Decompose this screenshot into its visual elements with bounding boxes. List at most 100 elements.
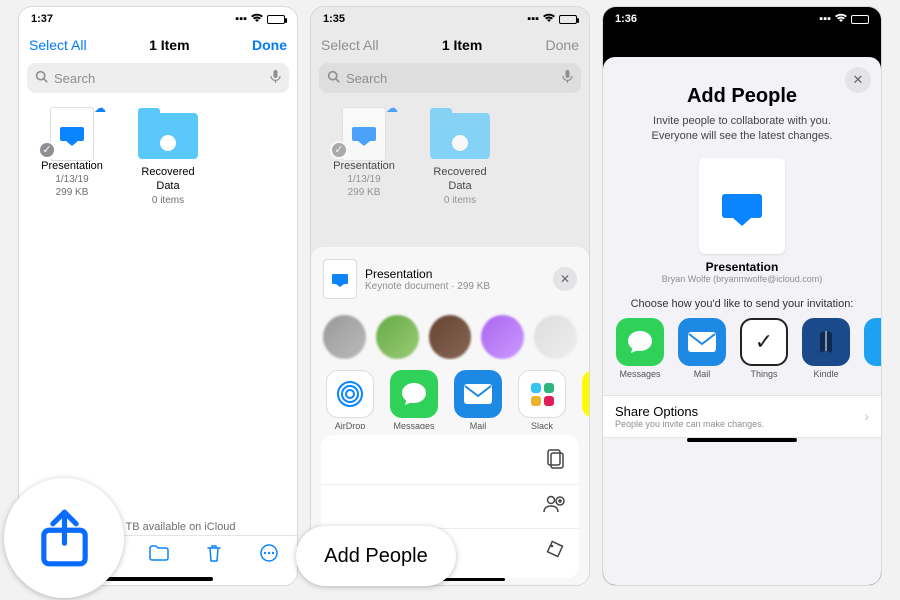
share-app-mail[interactable]: Mail — [451, 370, 505, 419]
more-button[interactable] — [259, 543, 279, 568]
search-field: Search — [319, 63, 581, 93]
callout-add-people: Add People — [296, 526, 456, 586]
share-header: Presentation Keynote document · 299 KB ✕ — [311, 253, 589, 305]
action-add-people[interactable] — [321, 485, 579, 529]
status-right: ▪▪▪ — [235, 13, 285, 26]
add-people-sheet: ✕ Add People Invite people to collaborat… — [603, 57, 881, 585]
phone-add-people: 1:36 ▪▪▪ ✕ Add People Invite people to c… — [602, 6, 882, 586]
folder-icon — [430, 113, 490, 159]
invite-app-messages[interactable]: Messages — [613, 318, 667, 379]
signal-icon: ▪▪▪ — [819, 13, 831, 25]
status-time: 1:36 — [615, 13, 637, 25]
share-app-snap[interactable]: Sn — [579, 370, 589, 419]
move-button[interactable] — [149, 545, 169, 566]
sheet-heading: Add People — [603, 85, 881, 108]
select-all-button: Select All — [321, 37, 379, 53]
invite-app-mail[interactable]: Mail — [675, 318, 729, 379]
share-contact[interactable] — [481, 315, 524, 359]
search-icon — [327, 70, 340, 86]
file-size: 299 KB — [33, 186, 111, 199]
share-people-row[interactable] — [311, 305, 589, 360]
share-apps-row: AirDrop Messages Mail Slack — [311, 360, 589, 429]
share-options-row[interactable]: Share Options People you invite can make… — [603, 395, 881, 438]
status-right: ▪▪▪ — [819, 13, 869, 26]
doc-owner: Bryan Wolfe (bryanmwolfe@icloud.com) — [603, 274, 881, 284]
twitter-icon — [864, 318, 881, 366]
delete-button[interactable] — [206, 543, 222, 568]
file-name: Presentation — [325, 159, 403, 173]
file-item-recovered[interactable]: Recovered Data 0 items — [129, 107, 207, 207]
things-icon: ✓ — [740, 318, 788, 366]
share-contact[interactable] — [323, 315, 366, 359]
app-label: AirDrop — [335, 421, 366, 429]
file-name: Presentation — [33, 159, 111, 173]
airdrop-icon — [326, 370, 374, 418]
search-placeholder: Search — [54, 71, 95, 86]
share-doc-meta: Keynote document · 299 KB — [365, 281, 490, 292]
status-bar: 1:36 ▪▪▪ — [603, 7, 881, 31]
app-label: Slack — [531, 421, 553, 429]
home-indicator[interactable] — [687, 438, 797, 442]
status-bar: 1:35 ▪▪▪ — [311, 7, 589, 31]
app-label: Mail — [470, 421, 487, 429]
nav-title: 1 Item — [149, 37, 189, 53]
close-button[interactable]: ✕ — [845, 67, 871, 93]
invite-app-things[interactable]: ✓ Things — [737, 318, 791, 379]
share-close-button[interactable]: ✕ — [553, 267, 577, 291]
slack-icon — [518, 370, 566, 418]
snapchat-icon — [582, 370, 589, 418]
share-contact[interactable] — [376, 315, 419, 359]
files-grid: ✓ ☁︎ Presentation 1/13/19 299 KB Recover… — [311, 103, 589, 211]
battery-icon — [559, 15, 577, 24]
invite-app-kindle[interactable]: Kindle — [799, 318, 853, 379]
doc-name: Presentation — [603, 260, 881, 274]
mail-icon — [454, 370, 502, 418]
share-contact[interactable] — [534, 315, 577, 359]
done-button[interactable]: Done — [252, 37, 287, 53]
invite-app-twitter[interactable]: T — [861, 318, 881, 379]
sheet-subtitle: Invite people to collaborate with you. E… — [603, 108, 881, 154]
share-contact[interactable] — [429, 315, 472, 359]
search-field[interactable]: Search — [27, 63, 289, 93]
wifi-icon — [542, 13, 556, 26]
file-name: Recovered Data — [421, 165, 499, 194]
share-app-slack[interactable]: Slack — [515, 370, 569, 419]
file-item-presentation[interactable]: ✓ ☁︎ Presentation 1/13/19 299 KB — [33, 107, 111, 207]
file-meta: 0 items — [129, 194, 207, 207]
file-item-recovered: Recovered Data 0 items — [421, 107, 499, 207]
signal-icon: ▪▪▪ — [235, 13, 247, 25]
file-meta: 0 items — [421, 194, 499, 207]
file-name: Recovered Data — [129, 165, 207, 194]
files-grid: ✓ ☁︎ Presentation 1/13/19 299 KB Recover… — [19, 103, 297, 211]
keynote-doc-icon — [50, 107, 94, 161]
choose-label: Choose how you'd like to send your invit… — [603, 298, 881, 310]
status-time: 1:37 — [31, 13, 53, 25]
folder-icon — [138, 113, 198, 159]
mail-icon — [678, 318, 726, 366]
callout-share-icon — [4, 478, 124, 598]
wifi-icon — [834, 13, 848, 26]
action-copy[interactable] — [321, 439, 579, 485]
home-indicator[interactable] — [103, 577, 213, 581]
nav-bar: Select All 1 Item Done — [19, 31, 297, 59]
share-doc-title: Presentation — [365, 267, 490, 281]
nav-title: 1 Item — [442, 37, 482, 53]
search-placeholder: Search — [346, 71, 387, 86]
select-all-button[interactable]: Select All — [29, 37, 87, 53]
app-label: Things — [750, 369, 777, 379]
done-button: Done — [546, 37, 579, 53]
copy-icon — [547, 449, 565, 474]
battery-icon — [267, 15, 285, 24]
status-right: ▪▪▪ — [527, 13, 577, 26]
share-app-airdrop[interactable]: AirDrop — [323, 370, 377, 419]
file-date: 1/13/19 — [33, 173, 111, 186]
wifi-icon — [250, 13, 264, 26]
signal-icon: ▪▪▪ — [527, 13, 539, 25]
keynote-doc-icon — [342, 107, 386, 161]
invite-apps-row: Messages Mail ✓ Things Kindle T — [603, 318, 881, 389]
dictate-icon[interactable] — [270, 70, 281, 87]
chevron-right-icon: › — [864, 408, 869, 424]
share-app-messages[interactable]: Messages — [387, 370, 441, 419]
app-label: Kindle — [813, 369, 838, 379]
share-options-title: Share Options — [615, 404, 764, 419]
